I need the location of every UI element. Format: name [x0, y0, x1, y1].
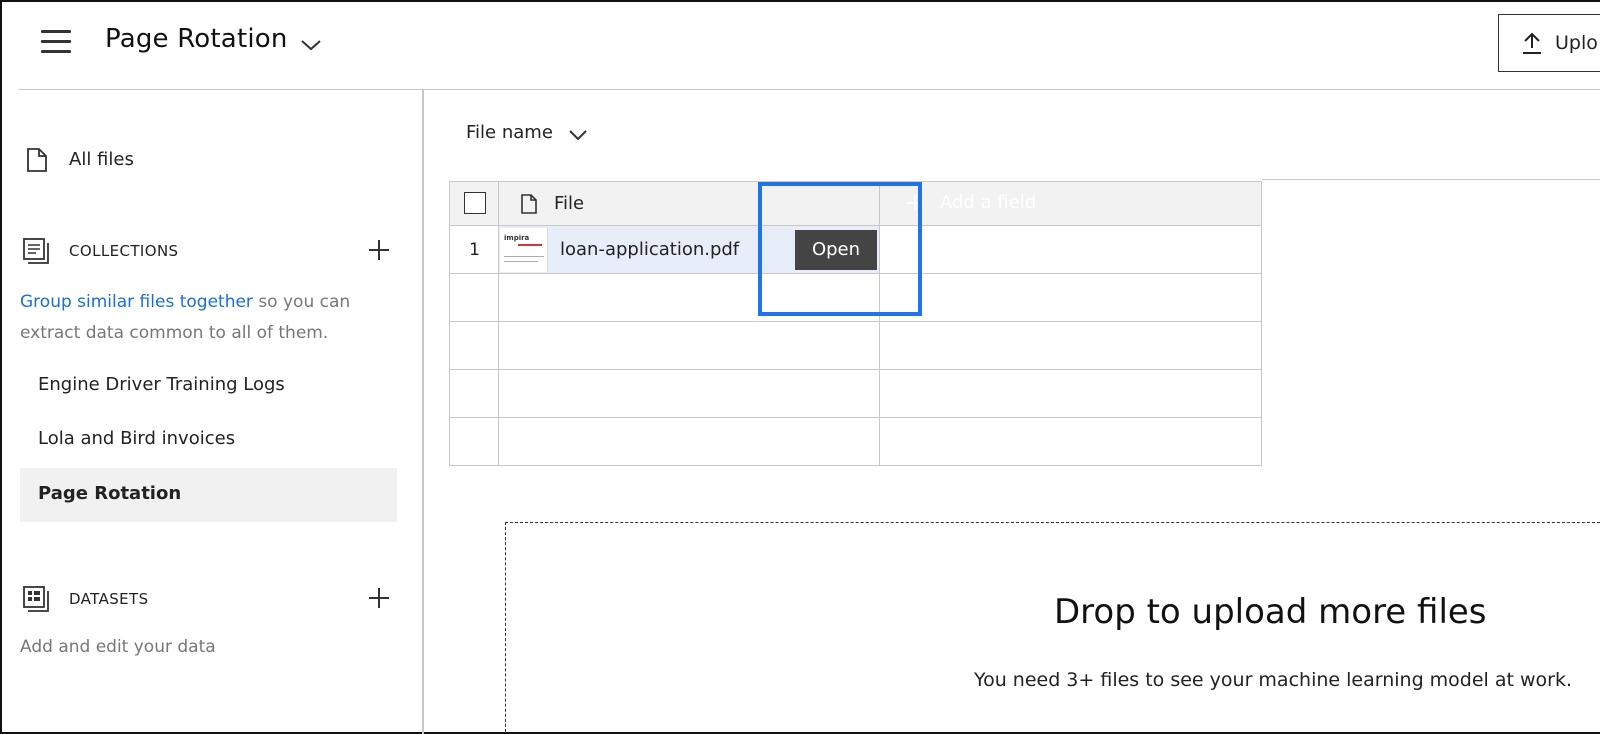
drop-zone-title: Drop to upload more files	[1054, 592, 1487, 632]
hamburger-menu-icon[interactable]	[41, 30, 71, 54]
collections-section-header: COLLECTIONS	[20, 234, 400, 268]
group-files-link[interactable]: Group similar files together	[20, 292, 253, 312]
add-field-button[interactable]: Add a field	[879, 181, 1262, 226]
collections-icon	[23, 238, 49, 264]
file-icon	[521, 194, 537, 214]
chevron-down-icon[interactable]	[300, 38, 322, 52]
file-cell[interactable]: impira loan-application.pdf Open	[498, 225, 880, 274]
file-thumbnail: impira	[500, 228, 548, 272]
sidebar-item-all-files[interactable]: All files	[20, 140, 400, 180]
header-divider	[19, 89, 1600, 90]
file-icon	[27, 148, 47, 172]
sidebar-item-page-rotation[interactable]: Page Rotation	[20, 468, 397, 522]
select-all-checkbox[interactable]	[464, 192, 486, 214]
sidebar-item-engine-driver-training-logs[interactable]: Engine Driver Training Logs	[20, 359, 397, 413]
row-index-cell: 1	[449, 225, 499, 274]
select-all-cell	[449, 181, 499, 226]
file-name: loan-application.pdf	[560, 239, 740, 260]
thumbnail-logo: impira	[504, 234, 530, 242]
table-row-empty	[449, 273, 1262, 322]
table-row-empty	[449, 321, 1262, 370]
collection-label: Page Rotation	[38, 483, 182, 504]
upload-icon	[1523, 32, 1541, 54]
collections-hint: Group similar files together so you can …	[20, 287, 400, 349]
datasets-hint: Add and edit your data	[20, 637, 216, 657]
datasets-icon	[23, 586, 49, 612]
page-title: Page Rotation	[105, 24, 288, 54]
table-header-row: File Add a field	[449, 181, 1262, 226]
add-dataset-plus-icon[interactable]	[367, 586, 391, 610]
row-number: 1	[469, 240, 480, 260]
table-row[interactable]: 1 impira loan-application.pdf Open	[449, 225, 1262, 274]
plus-icon	[907, 195, 923, 211]
sidebar-divider	[422, 89, 424, 734]
header-divider-right	[1262, 179, 1600, 180]
file-column-header[interactable]: File	[498, 181, 880, 226]
collection-label: Lola and Bird invoices	[38, 428, 236, 449]
sort-label: File name	[466, 122, 553, 143]
add-field-label: Add a field	[940, 192, 1037, 213]
upload-button[interactable]: Uplo	[1498, 14, 1600, 72]
upload-button-label: Uplo	[1555, 32, 1598, 54]
chevron-down-icon	[569, 130, 587, 141]
field-cell[interactable]	[879, 225, 1262, 274]
collection-label: Engine Driver Training Logs	[38, 374, 285, 395]
all-files-label: All files	[69, 149, 134, 170]
drop-zone-subtitle: You need 3+ files to see your machine le…	[974, 669, 1573, 691]
table-row-empty	[449, 417, 1262, 466]
table-row-empty	[449, 369, 1262, 418]
add-collection-plus-icon[interactable]	[367, 238, 391, 262]
datasets-section-header: DATASETS	[20, 582, 400, 616]
open-button[interactable]: Open	[795, 230, 877, 270]
collections-heading: COLLECTIONS	[69, 242, 179, 260]
sidebar-item-lola-and-bird-invoices[interactable]: Lola and Bird invoices	[20, 413, 397, 467]
files-table: File Add a field 1 impira loan-applicati…	[449, 181, 1262, 466]
datasets-heading: DATASETS	[69, 590, 149, 608]
sort-dropdown[interactable]: File name	[466, 122, 587, 150]
file-column-label: File	[554, 193, 585, 214]
